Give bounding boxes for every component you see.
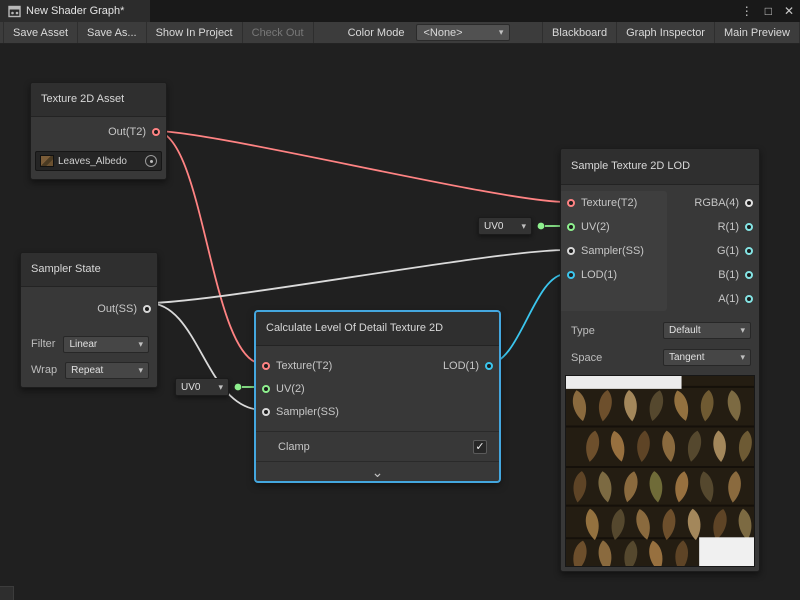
shader-graph-file-icon <box>8 5 21 18</box>
input-port-texture[interactable] <box>567 199 575 207</box>
filter-value: Linear <box>69 339 97 350</box>
port-label-r: R(1) <box>718 221 739 233</box>
wire-texture-to-samplelod[interactable] <box>155 131 566 202</box>
window-menu-icon[interactable]: ⋮ <box>741 4 753 18</box>
node-title: Sample Texture 2D LOD <box>561 149 759 185</box>
shader-graph-window: New Shader Graph* ⋮ □ ✕ Save Asset Save … <box>0 0 800 600</box>
graph-toolbar: Save Asset Save As... Show In Project Ch… <box>0 22 800 44</box>
save-as-button[interactable]: Save As... <box>78 22 147 43</box>
port-label-sampler: Sampler(SS) <box>581 245 644 257</box>
node-sample-texture-2d-lod[interactable]: Sample Texture 2D LOD Texture(T2) UV(2) … <box>560 148 760 572</box>
node-calculate-lod-texture-2d[interactable]: Calculate Level Of Detail Texture 2D Tex… <box>255 311 500 482</box>
space-dropdown[interactable]: Tangent ▾ <box>663 349 751 366</box>
leaves-texture-preview-image <box>566 376 754 566</box>
dropdown-arrow-icon: ▾ <box>138 365 143 376</box>
node-preview <box>565 375 755 567</box>
uv0-chip-port-calc[interactable] <box>235 384 242 391</box>
object-picker-icon[interactable] <box>145 155 157 167</box>
color-mode-dropdown[interactable]: <None> ▾ <box>416 24 510 41</box>
check-out-button: Check Out <box>243 22 314 43</box>
dropdown-arrow-icon: ▾ <box>740 325 745 336</box>
texture-thumbnail-icon <box>40 155 54 167</box>
save-asset-button[interactable]: Save Asset <box>3 22 78 43</box>
port-label-sampler: Sampler(SS) <box>276 406 339 418</box>
port-label-out-ss: Out(SS) <box>97 303 137 315</box>
graph-inspector-toggle-button[interactable]: Graph Inspector <box>616 22 715 43</box>
input-port-uv[interactable] <box>262 385 270 393</box>
texture-name: Leaves_Albedo <box>58 156 127 167</box>
uv-channel-dropdown-sample[interactable]: UV0 ▾ <box>478 217 532 235</box>
output-port-ss[interactable] <box>143 305 151 313</box>
wrap-dropdown[interactable]: Repeat ▾ <box>65 362 149 379</box>
uv0-chip-port-sample[interactable] <box>538 223 545 230</box>
wire-texture-to-calclod[interactable] <box>155 131 263 364</box>
port-label-texture: Texture(T2) <box>581 197 637 209</box>
port-label-rgba: RGBA(4) <box>694 197 739 209</box>
node-texture-2d-asset[interactable]: Texture 2D Asset Out(T2) Leaves_Albedo <box>30 82 167 180</box>
dropdown-arrow-icon: ▾ <box>740 352 745 363</box>
input-port-uv[interactable] <box>567 223 575 231</box>
tab-new-shader-graph[interactable]: New Shader Graph* <box>0 0 150 22</box>
output-port-t2[interactable] <box>152 128 160 136</box>
wrap-label: Wrap <box>31 364 57 376</box>
port-label-a: A(1) <box>718 293 739 305</box>
color-mode-label: Color Mode <box>340 22 413 43</box>
node-collapse-button[interactable]: ⌄ <box>256 461 499 481</box>
uv-channel-value: UV0 <box>181 382 200 393</box>
type-label: Type <box>571 325 595 337</box>
output-port-r[interactable] <box>745 223 753 231</box>
corner-panel-button[interactable] <box>0 586 14 600</box>
filter-dropdown[interactable]: Linear ▾ <box>63 336 149 353</box>
filter-label: Filter <box>31 338 55 350</box>
blackboard-toggle-button[interactable]: Blackboard <box>542 22 617 43</box>
node-title: Sampler State <box>21 253 157 287</box>
uv-channel-value: UV0 <box>484 221 503 232</box>
tab-bar: New Shader Graph* ⋮ □ ✕ <box>0 0 800 22</box>
node-title: Calculate Level Of Detail Texture 2D <box>256 312 499 346</box>
input-port-sampler[interactable] <box>262 408 270 416</box>
output-port-g[interactable] <box>745 247 753 255</box>
port-label-uv: UV(2) <box>276 383 305 395</box>
uv-channel-dropdown-calc[interactable]: UV0 ▾ <box>175 378 229 396</box>
space-value: Tangent <box>669 352 705 363</box>
dropdown-arrow-icon: ▾ <box>138 339 143 350</box>
input-port-texture[interactable] <box>262 362 270 370</box>
dropdown-arrow-icon: ▾ <box>218 382 223 393</box>
color-mode-value: <None> <box>423 27 462 39</box>
chevron-down-icon: ⌄ <box>372 467 384 477</box>
dropdown-arrow-icon: ▾ <box>521 221 526 232</box>
space-label: Space <box>571 352 602 364</box>
toolbar-spacer <box>514 22 543 43</box>
port-label-lod: LOD(1) <box>581 269 617 281</box>
output-port-a[interactable] <box>745 295 753 303</box>
output-port-b[interactable] <box>745 271 753 279</box>
texture-object-field[interactable]: Leaves_Albedo <box>35 151 162 171</box>
dropdown-arrow-icon: ▾ <box>499 27 504 38</box>
graph-canvas[interactable]: Texture 2D Asset Out(T2) Leaves_Albedo S… <box>0 44 800 600</box>
node-sampler-state[interactable]: Sampler State Out(SS) Filter Linear ▾ Wr… <box>20 252 158 388</box>
output-port-lod[interactable] <box>485 362 493 370</box>
main-preview-toggle-button[interactable]: Main Preview <box>714 22 800 43</box>
port-label-b: B(1) <box>718 269 739 281</box>
port-label-texture: Texture(T2) <box>276 360 332 372</box>
type-value: Default <box>669 325 701 336</box>
wrap-value: Repeat <box>71 365 103 376</box>
close-icon[interactable]: ✕ <box>784 4 794 18</box>
clamp-checkbox[interactable]: ✓ <box>473 440 487 454</box>
type-dropdown[interactable]: Default ▾ <box>663 322 751 339</box>
node-title: Texture 2D Asset <box>31 83 166 117</box>
show-in-project-button[interactable]: Show In Project <box>147 22 243 43</box>
input-port-sampler[interactable] <box>567 247 575 255</box>
input-port-lod[interactable] <box>567 271 575 279</box>
output-port-rgba[interactable] <box>745 199 753 207</box>
window-controls: ⋮ □ ✕ <box>741 0 794 22</box>
maximize-icon[interactable]: □ <box>765 4 772 18</box>
port-label-uv: UV(2) <box>581 221 610 233</box>
port-label-out-t2: Out(T2) <box>108 126 146 138</box>
clamp-label: Clamp <box>278 441 310 453</box>
port-label-lod: LOD(1) <box>443 360 479 372</box>
port-label-g: G(1) <box>717 245 739 257</box>
tab-title: New Shader Graph* <box>26 5 124 17</box>
